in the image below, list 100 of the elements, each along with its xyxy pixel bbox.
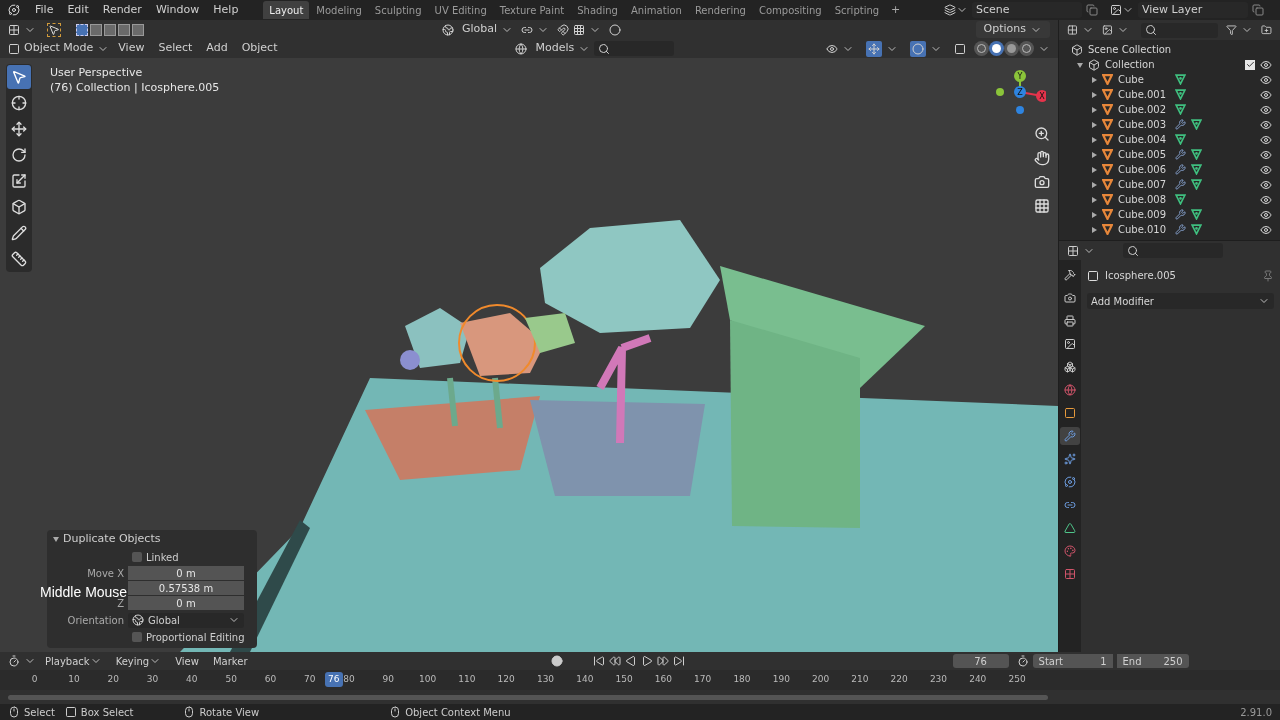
menu-item[interactable]: View — [113, 40, 150, 57]
xray-icon[interactable] — [954, 42, 966, 55]
editor-type-icon[interactable] — [8, 23, 20, 36]
wrench-icon[interactable] — [1060, 427, 1080, 445]
select-mode-button[interactable] — [90, 23, 102, 36]
outliner-item[interactable]: Cube.003 — [1118, 117, 1170, 132]
wrench-icon[interactable] — [1175, 149, 1186, 160]
play-reverse-icon[interactable] — [624, 655, 637, 667]
eye-icon[interactable] — [1260, 88, 1272, 101]
new-collection-icon[interactable] — [1261, 24, 1272, 36]
view-layer-field[interactable]: View Layer — [1138, 2, 1248, 18]
scrollbar[interactable] — [8, 694, 1048, 700]
checkbox[interactable] — [132, 632, 142, 642]
expand-arrow-icon[interactable] — [1091, 196, 1097, 203]
workspace-tab[interactable]: Animation — [624, 1, 688, 19]
previous-keyframe-icon[interactable] — [608, 655, 621, 667]
checkbox[interactable] — [132, 552, 142, 562]
eye-icon[interactable] — [1260, 223, 1272, 236]
eye-icon[interactable] — [1260, 163, 1272, 176]
jump-end-icon[interactable] — [672, 655, 685, 667]
expand-arrow-icon[interactable] — [1091, 121, 1097, 128]
select-mode-button[interactable] — [132, 23, 144, 36]
eye-icon[interactable] — [1260, 58, 1272, 71]
jump-start-icon[interactable] — [592, 655, 605, 667]
gizmo-toggle-icon[interactable] — [866, 40, 882, 57]
shading-mode-button[interactable] — [989, 41, 1004, 56]
outliner-item[interactable]: Collection — [1105, 57, 1155, 72]
eye-icon[interactable] — [1260, 208, 1272, 221]
menu-item[interactable]: Marker — [207, 653, 253, 669]
wrench-icon[interactable] — [1175, 209, 1186, 220]
wrench-icon[interactable] — [1175, 119, 1186, 130]
search-field[interactable] — [594, 41, 675, 56]
panel-title[interactable]: Duplicate Objects — [63, 530, 161, 548]
filter-icon[interactable] — [1226, 24, 1238, 36]
workspace-tab[interactable]: Sculpting — [368, 1, 428, 19]
stopwatch-icon[interactable] — [1016, 655, 1029, 667]
proportional-icon[interactable] — [609, 23, 622, 36]
outliner-item[interactable]: Cube.002 — [1118, 102, 1170, 117]
outliner-item[interactable]: Cube.006 — [1118, 162, 1170, 177]
select-mode-button[interactable] — [104, 23, 116, 36]
workspace-tab[interactable]: Modeling — [310, 1, 368, 19]
workspace-tab[interactable]: UV Editing — [428, 1, 493, 19]
visibility-icon[interactable] — [826, 42, 838, 55]
eye-icon[interactable] — [1260, 148, 1272, 161]
select-mode-button[interactable] — [118, 23, 130, 36]
expand-arrow-icon[interactable] — [1091, 76, 1097, 83]
snap-target-icon[interactable] — [573, 23, 586, 36]
start-frame-field[interactable]: Start 1 — [1032, 654, 1113, 668]
view-layer-icon[interactable] — [1110, 4, 1122, 16]
menu-item[interactable]: File — [28, 1, 61, 19]
hand-icon[interactable] — [1034, 150, 1050, 166]
outliner-item[interactable]: Cube.005 — [1118, 147, 1170, 162]
expand-arrow-icon[interactable] — [1091, 136, 1097, 143]
eye-icon[interactable] — [1260, 103, 1272, 116]
expand-arrow-icon[interactable] — [1077, 61, 1083, 68]
collapse-arrow-icon[interactable] — [53, 536, 59, 542]
expand-arrow-icon[interactable] — [1091, 181, 1097, 188]
next-keyframe-icon[interactable] — [656, 655, 669, 667]
outliner-item[interactable]: Cube.004 — [1118, 132, 1170, 147]
snap-target-dropdown[interactable]: Models — [535, 40, 575, 57]
menu-item[interactable]: Add — [201, 40, 233, 57]
outliner-item[interactable]: Cube.009 — [1118, 207, 1170, 222]
navigation-gizmo-drawing[interactable]: X Y Z — [994, 66, 1046, 118]
current-frame-field[interactable]: 76 — [952, 654, 1009, 668]
mode-dropdown[interactable]: Object Mode — [8, 40, 110, 57]
editor-type-icon[interactable] — [8, 655, 20, 667]
search-field[interactable] — [1123, 243, 1223, 258]
zoom-icon[interactable] — [1034, 126, 1050, 142]
menu-item[interactable]: Object — [236, 40, 283, 57]
eye-icon[interactable] — [1260, 193, 1272, 206]
menu-item[interactable]: Keying — [110, 653, 167, 669]
menu-item[interactable]: View — [170, 653, 204, 669]
editor-type-icon[interactable] — [1067, 24, 1078, 36]
add-workspace-button[interactable]: + — [886, 1, 906, 19]
workspace-tab[interactable]: Shading — [571, 1, 624, 19]
select-mode-button[interactable] — [76, 23, 88, 36]
select-box-icon[interactable] — [7, 65, 31, 89]
menu-item[interactable]: Window — [148, 1, 207, 19]
outliner-item[interactable]: Cube.007 — [1118, 177, 1170, 192]
eye-icon[interactable] — [1260, 118, 1272, 131]
search-field[interactable] — [1140, 22, 1219, 38]
expand-arrow-icon[interactable] — [1091, 151, 1097, 158]
outliner-item[interactable]: Scene Collection — [1088, 42, 1172, 57]
grid-icon[interactable] — [1034, 198, 1050, 214]
outliner-item[interactable]: Cube.010 — [1118, 222, 1170, 237]
tool-mode-icon[interactable] — [48, 23, 60, 36]
scene-icon[interactable] — [944, 4, 956, 16]
workspace-tab[interactable]: Compositing — [752, 1, 828, 19]
editor-type-icon[interactable] — [1067, 244, 1079, 257]
menu-item[interactable]: Playback — [40, 653, 107, 669]
new-view-layer-icon[interactable] — [1252, 4, 1264, 16]
record-icon[interactable] — [550, 655, 563, 667]
workspace-tab[interactable]: Rendering — [688, 1, 752, 19]
number-field[interactable]: 0.57538 m — [128, 581, 244, 595]
outliner-item[interactable]: Cube.008 — [1118, 192, 1170, 207]
orientation-dropdown[interactable]: Global — [128, 612, 244, 628]
workspace-tab[interactable]: Layout — [263, 1, 310, 19]
wrench-icon[interactable] — [1175, 164, 1186, 175]
eye-icon[interactable] — [1260, 178, 1272, 191]
outliner-item[interactable]: Cube — [1118, 72, 1170, 87]
